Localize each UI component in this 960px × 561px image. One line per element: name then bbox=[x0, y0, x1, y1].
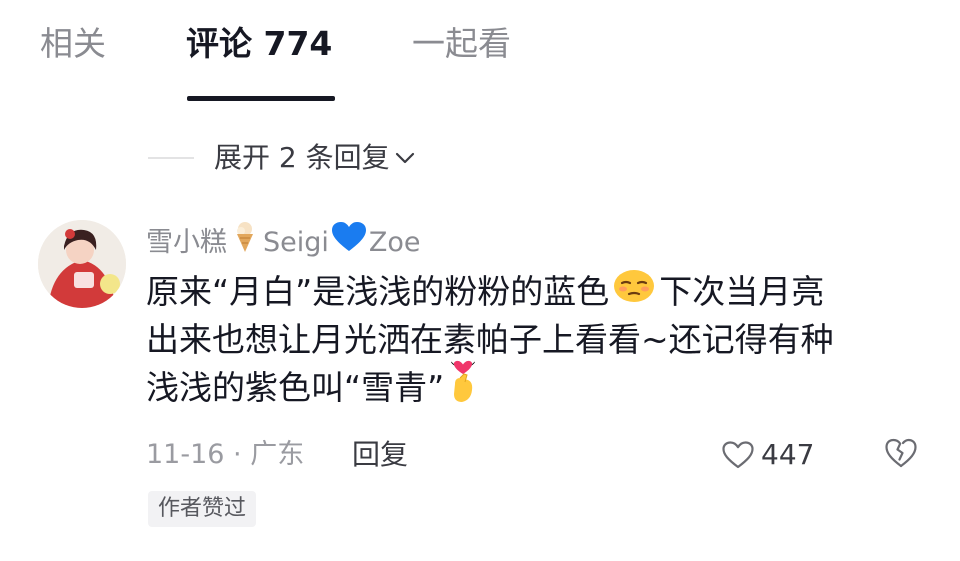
like-count: 447 bbox=[761, 438, 815, 471]
reply-button[interactable]: 回复 bbox=[352, 435, 408, 475]
comment-username[interactable]: 雪小糕 Seigi Zoe bbox=[146, 220, 421, 266]
comment-text: 原来“月白”是浅浅的粉粉的蓝色 下次当月亮 出来也想让月光洒在素帕子上看看~还记… bbox=[146, 268, 926, 412]
avatar[interactable] bbox=[38, 220, 126, 308]
comment-text-segment: 原来“月白”是浅浅的粉粉的蓝色 bbox=[146, 272, 610, 311]
chevron-down-icon bbox=[395, 152, 414, 164]
like-button[interactable]: 447 bbox=[721, 435, 814, 475]
tab-bar: 相关 评论 774 一起看 bbox=[0, 0, 960, 110]
ice-cream-icon bbox=[233, 220, 257, 266]
avatar-image bbox=[38, 220, 126, 308]
dislike-button[interactable] bbox=[884, 437, 918, 473]
broken-heart-icon bbox=[885, 438, 917, 468]
blue-heart-icon bbox=[331, 221, 367, 265]
smug-face-emoji bbox=[613, 268, 655, 316]
username-suffix-b: Zoe bbox=[368, 227, 421, 258]
expand-replies-row: 展开 2 条回复 bbox=[0, 136, 960, 180]
divider-line bbox=[148, 157, 194, 159]
expand-replies-label: 展开 2 条回复 bbox=[214, 141, 390, 174]
active-tab-indicator bbox=[187, 96, 335, 101]
expand-replies-button[interactable]: 展开 2 条回复 bbox=[214, 138, 416, 178]
tab-together[interactable]: 一起看 bbox=[412, 22, 511, 66]
comment-line-1: 原来“月白”是浅浅的粉粉的蓝色 下次当月亮 bbox=[146, 268, 926, 316]
author-liked-badge: 作者赞过 bbox=[148, 491, 257, 527]
finger-heart-emoji bbox=[448, 360, 478, 417]
comment-date-location: 11-16 · 广东 bbox=[146, 439, 305, 470]
username-suffix-a: Seigi bbox=[263, 227, 329, 258]
comment-text-segment: 下次当月亮 bbox=[659, 272, 825, 311]
heart-outline-icon bbox=[722, 441, 754, 469]
username-label: 雪小糕 bbox=[146, 227, 227, 258]
comment-line-2: 出来也想让月光洒在素帕子上看看~还记得有种 bbox=[146, 320, 834, 359]
comment-meta: 11-16 · 广东 回复 447 bbox=[146, 435, 936, 475]
tab-related[interactable]: 相关 bbox=[40, 22, 106, 66]
tab-comments[interactable]: 评论 774 bbox=[186, 22, 332, 66]
comment-line-3: 浅浅的紫色叫“雪青” bbox=[146, 360, 926, 412]
comment-text-segment: 浅浅的紫色叫“雪青” bbox=[146, 368, 445, 407]
